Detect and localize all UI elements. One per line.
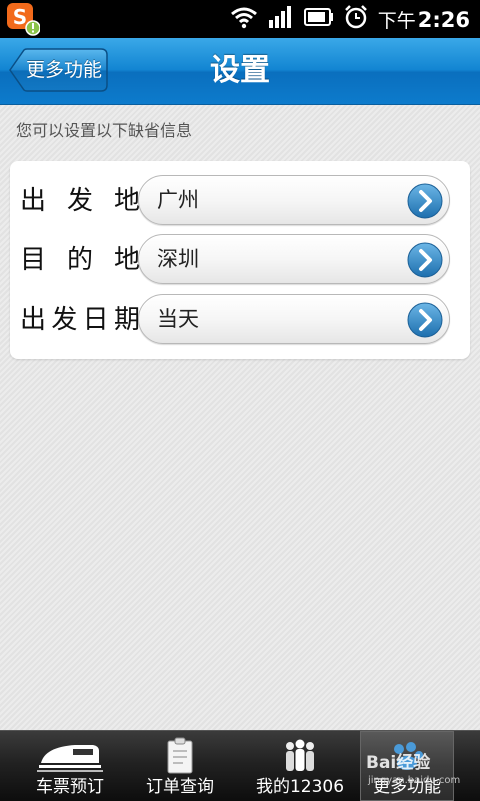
- time-period: 下午: [377, 9, 416, 32]
- tab-label: 车票预订: [36, 777, 104, 797]
- destination-value: 深圳: [157, 247, 199, 271]
- back-button[interactable]: 更多功能: [8, 48, 108, 92]
- sogou-input-icon: S: [6, 2, 41, 36]
- tab-label: 订单查询: [146, 777, 214, 797]
- chevron-right-icon[interactable]: [407, 242, 443, 278]
- tab-label: 更多功能: [373, 777, 441, 797]
- setting-row-date: 出发日期 当天: [10, 292, 470, 348]
- departure-label: 出 发 地: [20, 186, 140, 216]
- tab-my-12306[interactable]: 我的12306: [240, 731, 360, 801]
- chevron-right-icon[interactable]: [407, 302, 443, 338]
- setting-row-departure: 出 发 地 广州: [10, 173, 470, 229]
- chevron-right-icon[interactable]: [407, 183, 443, 219]
- clipboard-icon: [120, 737, 240, 775]
- bottom-tab-bar: 车票预订 订单查询 我的12306 更多功能: [0, 730, 480, 801]
- tab-label: 我的12306: [255, 777, 345, 797]
- date-label: 出发日期: [20, 305, 140, 335]
- battery-icon: [303, 8, 334, 30]
- wifi-icon: [230, 5, 258, 33]
- signal-icon: [268, 6, 294, 32]
- departure-selector[interactable]: 广州: [138, 175, 450, 225]
- svg-text:S: S: [13, 5, 27, 29]
- tab-ticket-booking[interactable]: 车票预订: [10, 731, 130, 801]
- more-icon: [360, 737, 454, 775]
- back-button-label: 更多功能: [25, 59, 102, 81]
- status-bar: S 下午2:26: [0, 0, 480, 38]
- clock: 下午2:26: [378, 6, 470, 33]
- departure-value: 广州: [157, 188, 199, 212]
- tab-more-functions[interactable]: 更多功能: [360, 731, 454, 801]
- settings-hint: 您可以设置以下缺省信息: [16, 121, 193, 140]
- people-icon: [240, 737, 360, 775]
- destination-label: 目 的 地: [20, 245, 140, 275]
- settings-card: 出 发 地 广州 目 的 地 深圳 出发日期 当天: [10, 161, 470, 359]
- train-icon: [10, 737, 130, 775]
- setting-row-destination: 目 的 地 深圳: [10, 232, 470, 288]
- alarm-icon: [344, 5, 368, 33]
- date-value: 当天: [157, 307, 199, 331]
- title-bar: 更多功能: [0, 38, 480, 105]
- tab-order-query[interactable]: 订单查询: [120, 731, 240, 801]
- date-selector[interactable]: 当天: [138, 294, 450, 344]
- destination-selector[interactable]: 深圳: [138, 234, 450, 284]
- time-value: 2:26: [417, 7, 470, 32]
